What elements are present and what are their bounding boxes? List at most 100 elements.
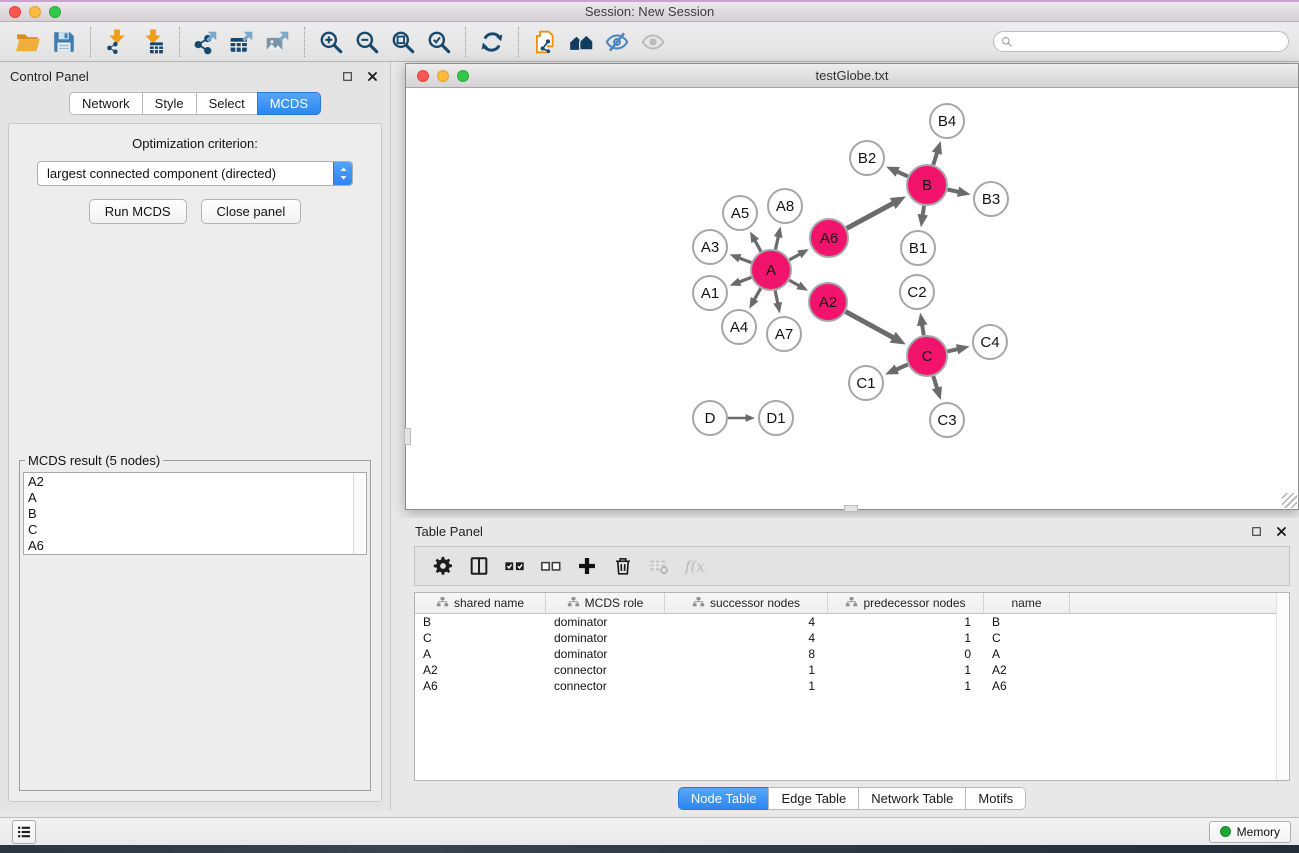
graph-edge-A-A8[interactable] xyxy=(774,227,783,250)
resize-grip-icon[interactable] xyxy=(1282,493,1297,508)
zoom-fit-button[interactable] xyxy=(385,26,421,58)
memory-button[interactable]: Memory xyxy=(1209,821,1291,843)
column-header-name[interactable]: name xyxy=(984,593,1070,613)
graph-edge-C-C3[interactable] xyxy=(932,376,942,400)
table-row-A[interactable]: Adominator80A xyxy=(415,646,1289,662)
search-input[interactable] xyxy=(1014,33,1282,50)
graph-node-A[interactable]: A xyxy=(751,250,791,290)
graph-node-A2[interactable]: A2 xyxy=(809,283,847,321)
graph-node-B[interactable]: B xyxy=(907,165,947,205)
columns-button[interactable] xyxy=(463,551,494,581)
import-network-button[interactable] xyxy=(99,26,135,58)
graph-edge-C-C2[interactable] xyxy=(917,313,927,336)
tab-motifs[interactable]: Motifs xyxy=(965,787,1026,810)
graph-edge-A-A7[interactable] xyxy=(773,291,782,314)
column-header-successor-nodes[interactable]: successor nodes xyxy=(665,593,828,613)
export-table-button[interactable] xyxy=(224,26,260,58)
column-header-predecessor-nodes[interactable]: predecessor nodes xyxy=(828,593,984,613)
graph-edge-D-D1[interactable] xyxy=(728,414,755,422)
trash-button[interactable] xyxy=(607,551,638,581)
export-network-button[interactable] xyxy=(188,26,224,58)
graph-edge-A-A2[interactable] xyxy=(789,280,808,290)
graph-node-D[interactable]: D xyxy=(693,401,727,435)
graph-node-A4[interactable]: A4 xyxy=(722,310,756,344)
graph-node-A7[interactable]: A7 xyxy=(767,317,801,351)
tab-style[interactable]: Style xyxy=(142,92,197,115)
table-row-A6[interactable]: A6connector11A6 xyxy=(415,678,1289,694)
mcds-result-item[interactable]: A6 xyxy=(28,538,366,554)
bottom-splitter-handle[interactable] xyxy=(844,505,858,512)
graph-node-C4[interactable]: C4 xyxy=(973,325,1007,359)
tab-mcds[interactable]: MCDS xyxy=(257,92,321,115)
graph-node-A3[interactable]: A3 xyxy=(693,230,727,264)
mcds-result-item[interactable]: A2 xyxy=(28,474,366,490)
tab-network-table[interactable]: Network Table xyxy=(858,787,966,810)
refresh-button[interactable] xyxy=(474,26,510,58)
left-splitter-handle[interactable] xyxy=(404,428,411,445)
criterion-select[interactable]: largest connected component (directed) xyxy=(37,161,353,186)
import-table-button[interactable] xyxy=(135,26,171,58)
graph-node-B4[interactable]: B4 xyxy=(930,104,964,138)
graph-node-C1[interactable]: C1 xyxy=(849,366,883,400)
task-history-button[interactable] xyxy=(12,820,36,844)
graph-node-C[interactable]: C xyxy=(907,336,947,376)
mcds-result-item[interactable]: C xyxy=(28,522,366,538)
mcds-result-item[interactable]: A xyxy=(28,490,366,506)
mcds-result-item[interactable]: B xyxy=(28,506,366,522)
graph-edge-B-B3[interactable] xyxy=(948,187,971,197)
close-panel-button[interactable]: Close panel xyxy=(201,199,302,224)
zoom-out-button[interactable] xyxy=(349,26,385,58)
graph-edge-B-B2[interactable] xyxy=(886,167,908,177)
column-header-shared-name[interactable]: shared name xyxy=(415,593,546,613)
table-row-A2[interactable]: A2connector11A2 xyxy=(415,662,1289,678)
graph-edge-A-A4[interactable] xyxy=(749,288,760,308)
save-button[interactable] xyxy=(46,26,82,58)
network-minimize-button[interactable] xyxy=(437,70,449,82)
table-row-C[interactable]: Cdominator41C xyxy=(415,630,1289,646)
zoom-in-button[interactable] xyxy=(313,26,349,58)
table-row-B[interactable]: Bdominator41B xyxy=(415,614,1289,630)
graph-node-C2[interactable]: C2 xyxy=(900,275,934,309)
table-scrollbar[interactable] xyxy=(1276,593,1289,780)
zoom-selected-button[interactable] xyxy=(421,26,457,58)
graph-node-B2[interactable]: B2 xyxy=(850,141,884,175)
graph-edge-A-A6[interactable] xyxy=(789,249,808,260)
graph-node-B1[interactable]: B1 xyxy=(901,231,935,265)
graph-node-A5[interactable]: A5 xyxy=(723,196,757,230)
folder-open-button[interactable] xyxy=(10,26,46,58)
tab-network[interactable]: Network xyxy=(69,92,143,115)
network-zoom-button[interactable] xyxy=(457,70,469,82)
graph-edge-C-C1[interactable] xyxy=(885,364,908,374)
tab-node-table[interactable]: Node Table xyxy=(678,787,770,810)
control-panel-float-button[interactable] xyxy=(340,69,355,84)
network-window-titlebar[interactable]: testGlobe.txt xyxy=(406,64,1298,88)
plus-button[interactable] xyxy=(571,551,602,581)
graph-node-D1[interactable]: D1 xyxy=(759,401,793,435)
result-list-scrollbar[interactable] xyxy=(353,473,366,554)
graph-node-A1[interactable]: A1 xyxy=(693,276,727,310)
network-close-button[interactable] xyxy=(417,70,429,82)
gear-button[interactable] xyxy=(427,551,458,581)
export-image-button[interactable] xyxy=(260,26,296,58)
graph-node-A6[interactable]: A6 xyxy=(810,219,848,257)
tab-select[interactable]: Select xyxy=(196,92,258,115)
graph-edge-A2-C[interactable] xyxy=(846,312,906,345)
graph-edge-A6-B[interactable] xyxy=(847,196,906,228)
run-mcds-button[interactable]: Run MCDS xyxy=(89,199,187,224)
tab-edge-table[interactable]: Edge Table xyxy=(768,787,859,810)
graph-node-C3[interactable]: C3 xyxy=(930,403,964,437)
minimize-window-button[interactable] xyxy=(29,6,41,18)
documents-network-button[interactable] xyxy=(527,26,563,58)
close-window-button[interactable] xyxy=(9,6,21,18)
table-panel-close-button[interactable] xyxy=(1274,524,1289,539)
table-panel-float-button[interactable] xyxy=(1249,524,1264,539)
graph-node-A8[interactable]: A8 xyxy=(768,189,802,223)
unchecked-boxes-button[interactable] xyxy=(535,551,566,581)
graph-edge-A-A5[interactable] xyxy=(750,231,761,251)
graph-edge-A-A1[interactable] xyxy=(730,277,752,286)
zoom-window-button[interactable] xyxy=(49,6,61,18)
graph-edge-C-C4[interactable] xyxy=(947,344,969,354)
graph-edge-B-B4[interactable] xyxy=(932,141,942,165)
graph-node-B3[interactable]: B3 xyxy=(974,182,1008,216)
graph-edge-A-A3[interactable] xyxy=(730,254,752,263)
